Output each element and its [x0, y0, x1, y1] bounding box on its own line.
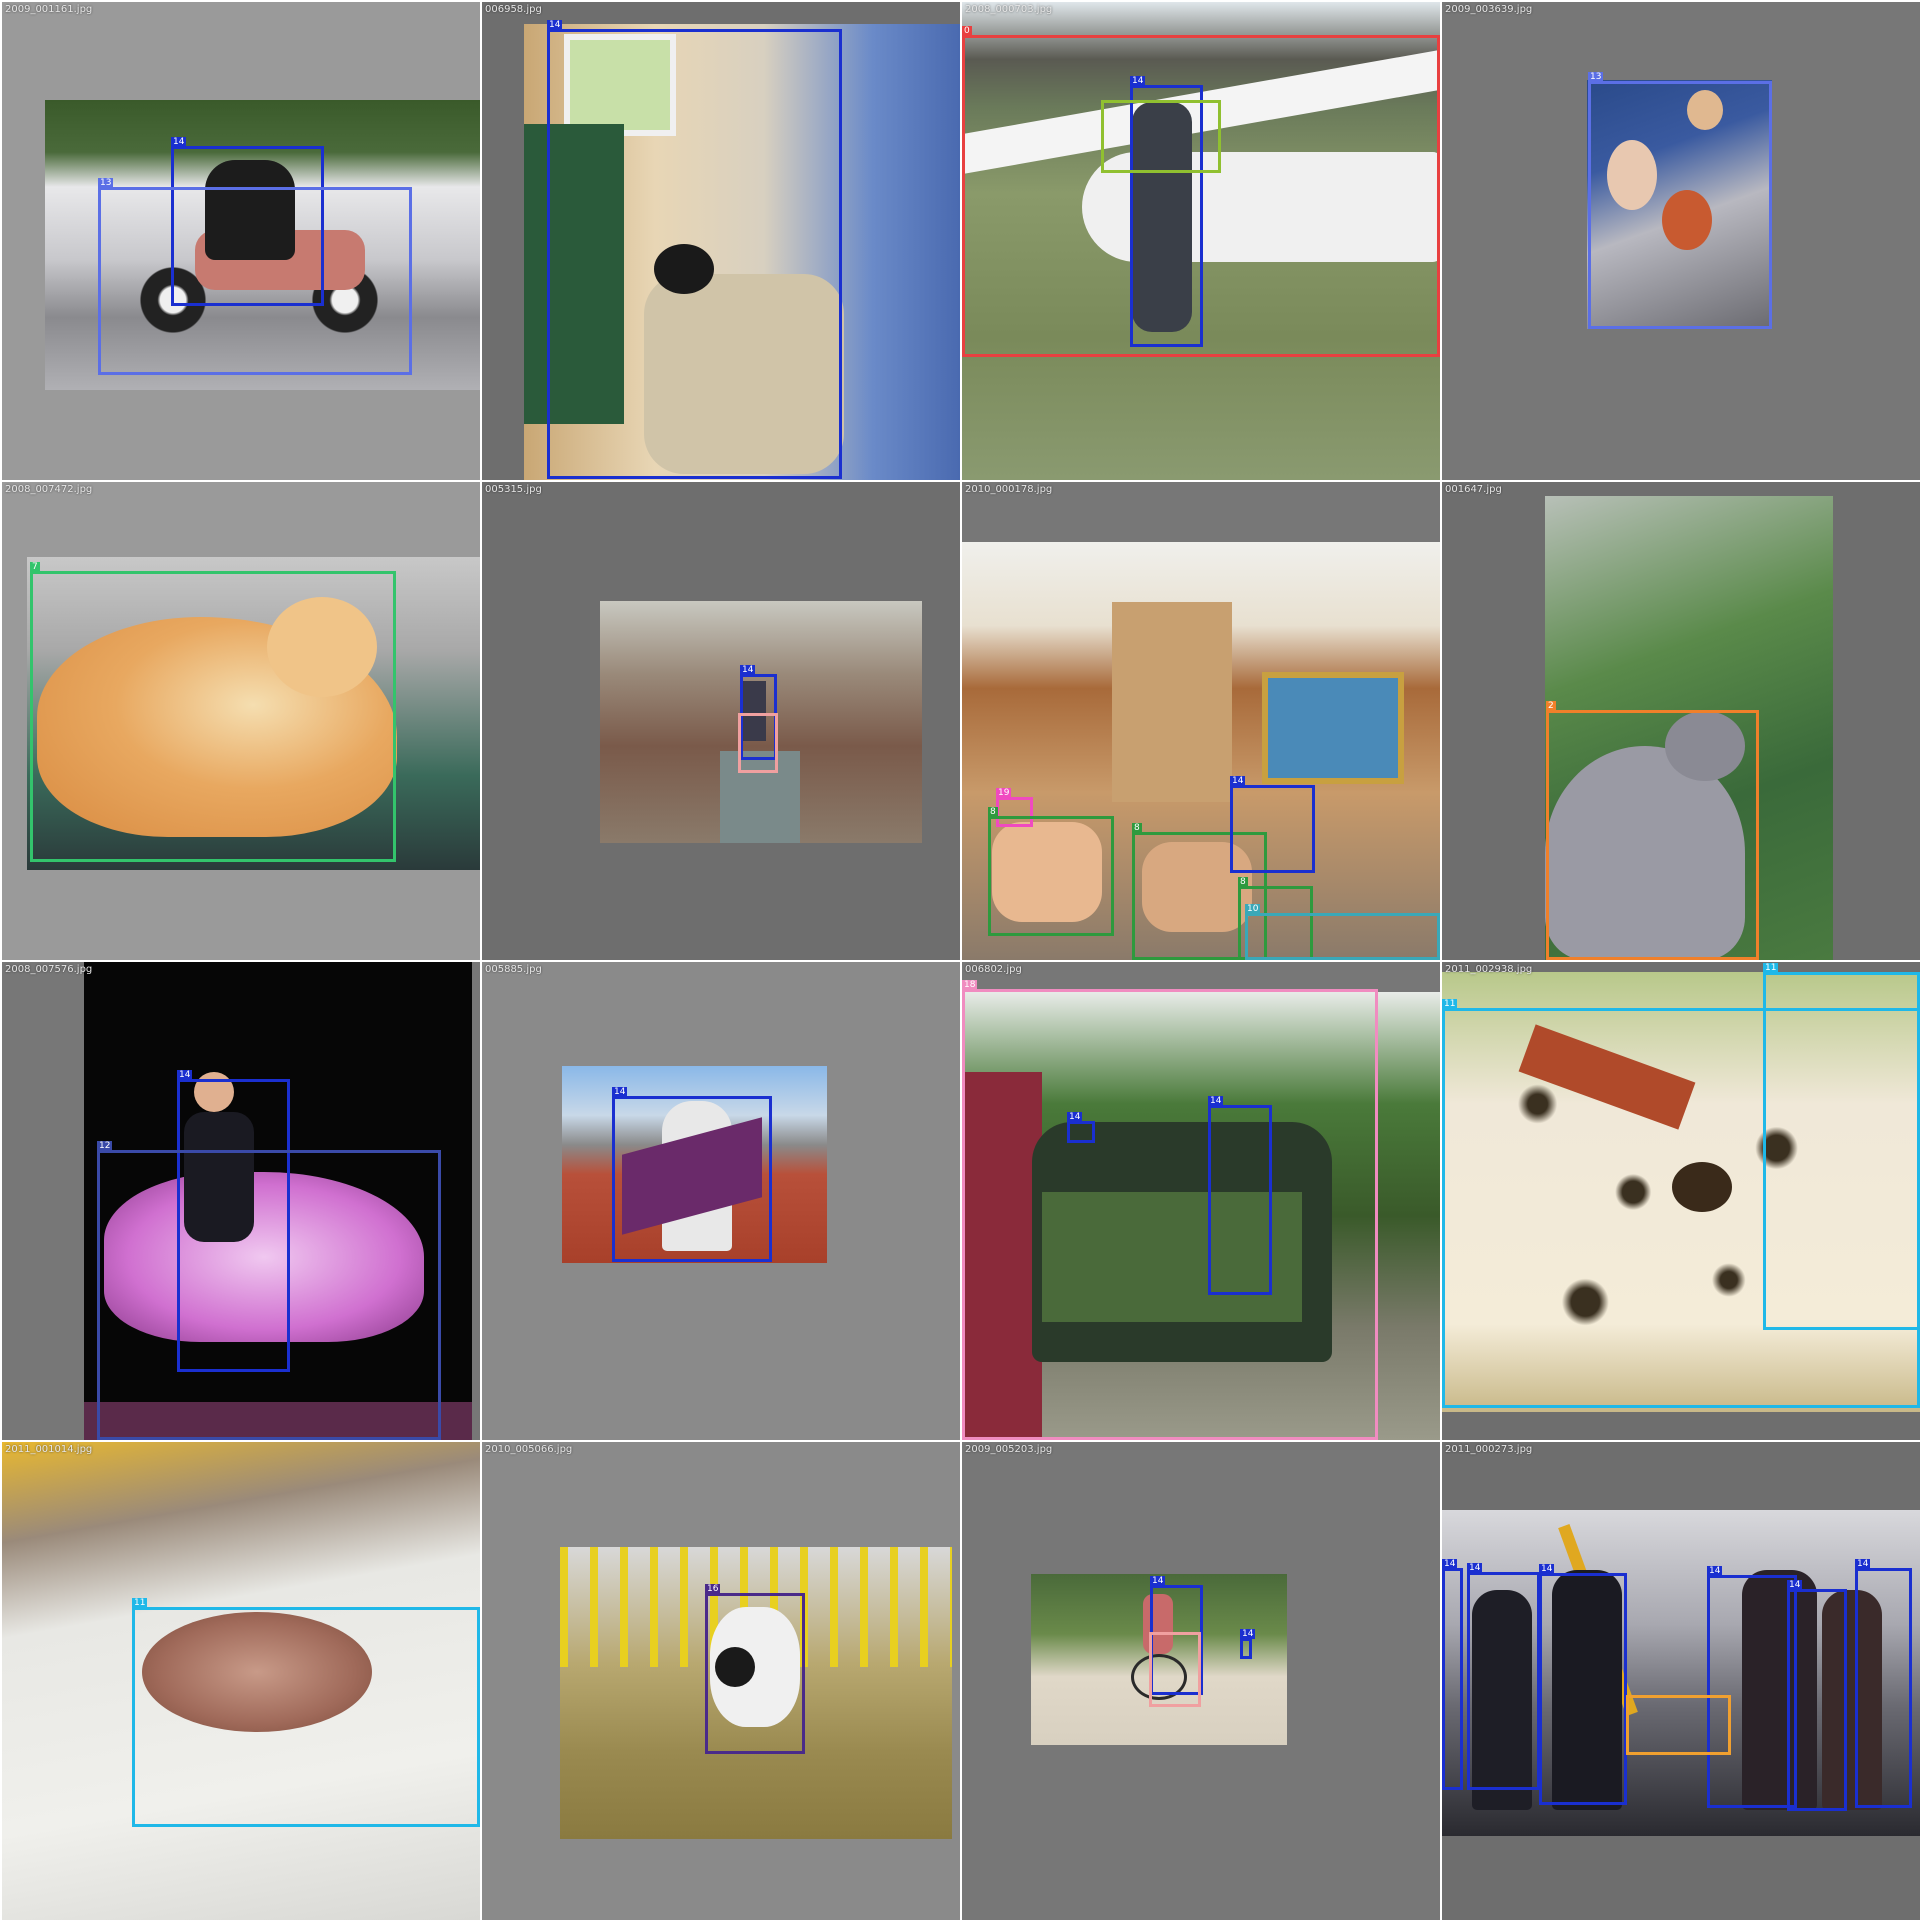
class-id-label: 8 [1132, 823, 1142, 833]
tile-filename: 006958.jpg [485, 4, 542, 15]
class-id-label: 14 [1707, 1566, 1723, 1576]
bbox-bottle [1101, 100, 1221, 173]
tile-11[interactable]: 006802.jpg 18 14 14 [962, 962, 1440, 1440]
bbox-person: 14 [1208, 1096, 1272, 1295]
tile-9[interactable]: 2008_007576.jpg 14 12 [2, 962, 480, 1440]
tile-filename: 2009_005203.jpg [965, 1444, 1053, 1455]
bbox-train: 18 [962, 980, 1378, 1440]
class-id-label: 14 [1230, 776, 1246, 786]
tile-14[interactable]: 2010_005066.jpg 16 [482, 1442, 960, 1920]
class-id-label: 14 [740, 665, 756, 675]
tile-7[interactable]: 2010_000178.jpg 19 8 8 14 8 10 [962, 482, 1440, 960]
class-id-label: 11 [1763, 963, 1779, 973]
bbox-person: 14 [1787, 1580, 1847, 1811]
tile-filename: 005885.jpg [485, 964, 542, 975]
bbox-horse: 12 [97, 1141, 441, 1440]
tile-8[interactable]: 001647.jpg 2 [1442, 482, 1920, 960]
bbox-motorbike: 13 [1588, 72, 1772, 329]
tile-10[interactable]: 005885.jpg 14 [482, 962, 960, 1440]
class-id-label: 14 [1539, 1564, 1555, 1574]
class-id-label: 14 [1130, 76, 1146, 86]
class-id-label: 13 [98, 178, 114, 188]
bbox-person: 14 [612, 1087, 772, 1262]
bbox-dog: 11 [132, 1598, 480, 1827]
bbox-person: 14 [1467, 1563, 1540, 1790]
tile-1[interactable]: 2009_001161.jpg 14 13 [2, 2, 480, 480]
bbox-bird: 2 [1546, 701, 1759, 960]
bbox-person: 14 [1240, 1629, 1256, 1659]
class-id-label: 14 [1240, 1629, 1256, 1639]
tile-filename: 2011_001014.jpg [5, 1444, 93, 1455]
tile-filename: 001647.jpg [1445, 484, 1502, 495]
class-id-label: 8 [988, 807, 998, 817]
tile-16[interactable]: 2011_000273.jpg 14 14 14 14 14 14 [1442, 1442, 1920, 1920]
bbox-dog: 11 [1763, 963, 1920, 1330]
class-id-label: 14 [1467, 1563, 1483, 1573]
tile-6[interactable]: 005315.jpg 14 [482, 482, 960, 960]
tile-filename: 2011_002938.jpg [1445, 964, 1533, 975]
tile-filename: 005315.jpg [485, 484, 542, 495]
class-id-label: 14 [547, 20, 563, 30]
tile-filename: 006802.jpg [965, 964, 1022, 975]
tile-filename: 2010_005066.jpg [485, 1444, 573, 1455]
bbox-person: 14 [1230, 776, 1315, 873]
bbox-bicycle [1149, 1632, 1201, 1707]
bbox-person: 14 [1067, 1112, 1095, 1143]
class-id-label: 14 [612, 1087, 628, 1097]
class-id-label: 13 [1588, 72, 1604, 82]
class-id-label: 14 [1855, 1559, 1871, 1569]
tile-12[interactable]: 2011_002938.jpg 11 11 [1442, 962, 1920, 1440]
tile-2[interactable]: 006958.jpg 14 [482, 2, 960, 480]
bbox-person: 14 [1707, 1566, 1797, 1808]
bbox-person: 14 [1855, 1559, 1912, 1808]
class-id-label: 14 [1208, 1096, 1224, 1106]
detection-grid: 2009_001161.jpg 14 13 006958.jpg 14 2008… [0, 0, 1920, 1920]
tile-4[interactable]: 2009_003639.jpg 13 [1442, 2, 1920, 480]
tile-filename: 2011_000273.jpg [1445, 1444, 1533, 1455]
class-id-label: 14 [1442, 1559, 1458, 1569]
class-id-label: 12 [97, 1141, 113, 1151]
bbox-person: 14 [1442, 1559, 1463, 1790]
bbox-chair: 8 [988, 807, 1114, 936]
tile-filename: 2008_007472.jpg [5, 484, 93, 495]
class-id-label: 18 [962, 980, 978, 990]
tile-13[interactable]: 2011_001014.jpg 11 [2, 1442, 480, 1920]
class-id-label: 14 [171, 137, 187, 147]
tile-filename: 2008_000703.jpg [965, 4, 1053, 15]
tile-15[interactable]: 2009_005203.jpg 14 14 [962, 1442, 1440, 1920]
class-id-label: 14 [1067, 1112, 1083, 1122]
class-id-label: 2 [1546, 701, 1556, 711]
bbox-person: 14 [547, 20, 842, 479]
class-id-label: 14 [177, 1070, 193, 1080]
tile-filename: 2010_000178.jpg [965, 484, 1053, 495]
tile-5[interactable]: 2008_007472.jpg 7 [2, 482, 480, 960]
class-id-label: 0 [962, 26, 972, 36]
class-id-label: 8 [1238, 877, 1248, 887]
bbox-sheep: 16 [705, 1584, 805, 1754]
bbox-sofa: 10 [1245, 904, 1440, 960]
tile-3[interactable]: 2008_000703.jpg 0 14 [962, 2, 1440, 480]
class-id-label: 7 [30, 562, 40, 572]
bbox-bicycle [738, 713, 778, 773]
class-id-label: 11 [132, 1598, 148, 1608]
bbox-boat [1626, 1695, 1731, 1755]
class-id-label: 19 [996, 788, 1012, 798]
bbox-person: 14 [1539, 1564, 1627, 1805]
class-id-label: 11 [1442, 999, 1458, 1009]
bbox-motorbike: 13 [98, 178, 412, 375]
tile-filename: 2008_007576.jpg [5, 964, 93, 975]
class-id-label: 16 [705, 1584, 721, 1594]
tile-filename: 2009_001161.jpg [5, 4, 93, 15]
class-id-label: 14 [1787, 1580, 1803, 1590]
class-id-label: 10 [1245, 904, 1261, 914]
bbox-cat: 7 [30, 562, 396, 862]
tile-filename: 2009_003639.jpg [1445, 4, 1533, 15]
class-id-label: 14 [1150, 1576, 1166, 1586]
